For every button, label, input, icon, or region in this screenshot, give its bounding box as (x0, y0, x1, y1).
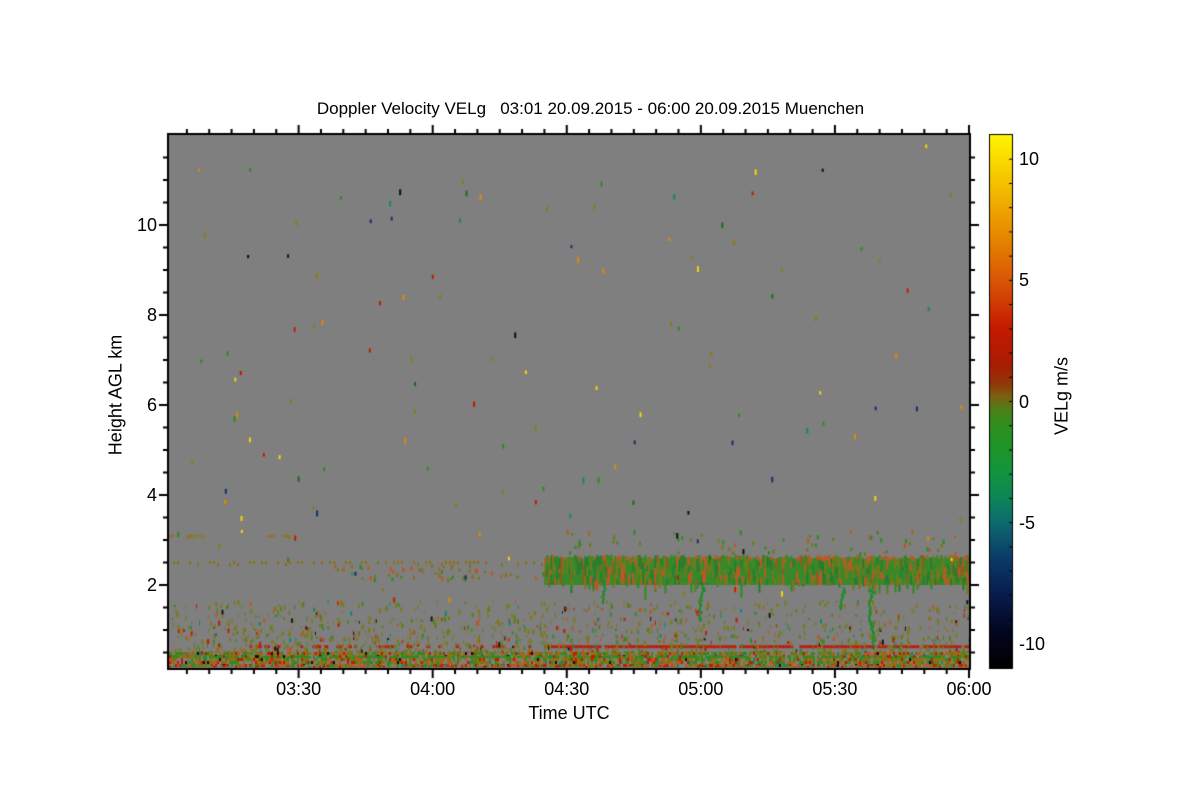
y-tick-label: 8 (146, 305, 157, 325)
x-tick-label: 04:00 (410, 679, 456, 699)
y-tick-label: 6 (146, 395, 157, 415)
y-tick-label: 2 (146, 575, 157, 595)
x-axis-label: Time UTC (528, 703, 610, 723)
x-tick-label: 05:00 (678, 679, 724, 699)
x-tick-label: 03:30 (276, 679, 322, 699)
x-tick-label: 06:00 (946, 679, 992, 699)
y-tick-label: 10 (136, 215, 157, 235)
x-tick-label: 05:30 (812, 679, 858, 699)
colorbar-tick-label: 5 (1019, 270, 1030, 291)
chart-title: Doppler Velocity VELg 03:01 20.09.2015 -… (316, 99, 865, 118)
colorbar-tick-label: 10 (1019, 149, 1040, 170)
colorbar-tick-label: 0 (1019, 391, 1030, 412)
x-tick-label: 04:30 (544, 679, 590, 699)
y-tick-label: 4 (146, 485, 157, 505)
doppler-velocity-figure: Doppler Velocity VELg 03:01 20.09.2015 -… (0, 0, 1200, 800)
colorbar-tick-label: -10 (1019, 633, 1046, 654)
colorbar-tick-label: -5 (1019, 512, 1036, 533)
